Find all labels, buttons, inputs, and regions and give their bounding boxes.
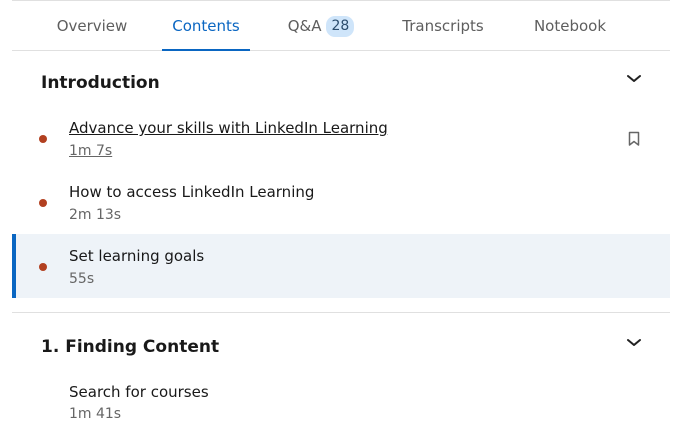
chevron-down-icon[interactable] (625, 336, 643, 348)
bookmark-icon[interactable] (628, 131, 640, 147)
tab-transcripts-label: Transcripts (402, 17, 484, 35)
item-title[interactable]: Advance your skills with LinkedIn Learni… (69, 119, 388, 137)
list-item[interactable]: Advance your skills with LinkedIn Learni… (12, 106, 670, 169)
tab-bar: Overview Contents Q&A 28 Transcripts Not… (12, 0, 670, 51)
tab-overview-label: Overview (56, 17, 128, 35)
tab-contents[interactable]: Contents (162, 1, 250, 51)
watched-dot (39, 199, 47, 207)
tab-contents-label: Contents (172, 17, 240, 35)
tab-transcripts[interactable]: Transcripts (390, 1, 496, 51)
tab-overview[interactable]: Overview (42, 1, 142, 51)
list-item[interactable]: How to access LinkedIn Learning 2m 13s (12, 170, 670, 233)
section-divider (12, 312, 670, 313)
tab-notebook-label: Notebook (533, 17, 607, 35)
section-title-introduction[interactable]: Introduction (41, 73, 160, 93)
item-title[interactable]: Search for courses (69, 383, 209, 401)
qa-count-badge: 28 (326, 15, 355, 37)
item-title[interactable]: Set learning goals (69, 247, 204, 265)
item-title[interactable]: How to access LinkedIn Learning (69, 183, 314, 201)
item-duration: 55s (69, 271, 95, 287)
watched-dot (39, 263, 47, 271)
list-item[interactable]: Search for courses 1m 41s (12, 370, 670, 421)
tab-qa-label: Q&A (287, 17, 322, 35)
section-title-finding-content[interactable]: 1. Finding Content (41, 337, 219, 357)
item-duration: 2m 13s (69, 207, 122, 223)
chevron-down-icon[interactable] (625, 72, 643, 84)
watched-dot (39, 135, 47, 143)
item-duration: 1m 7s (69, 143, 113, 159)
course-contents-panel: Overview Contents Q&A 28 Transcripts Not… (0, 0, 678, 421)
list-item-current[interactable]: Set learning goals 55s (12, 234, 670, 298)
tab-qa[interactable]: Q&A 28 (280, 1, 362, 51)
item-duration: 1m 41s (69, 406, 122, 421)
tab-notebook[interactable]: Notebook (520, 1, 620, 51)
